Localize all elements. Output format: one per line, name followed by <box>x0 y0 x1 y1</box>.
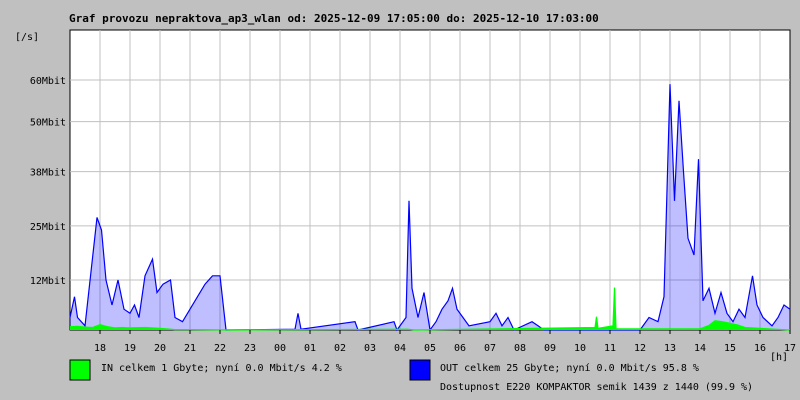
x-tick-label: 04 <box>394 343 406 354</box>
x-tick-label: 08 <box>514 343 526 354</box>
legend-out-swatch <box>409 359 431 381</box>
traffic-chart: Graf provozu nepraktova_ap3_wlan od: 202… <box>15 12 796 393</box>
x-tick-label: 03 <box>364 343 376 354</box>
x-tick-label: 05 <box>424 343 436 354</box>
x-tick-label: 11 <box>604 343 616 354</box>
x-tick-label: 16 <box>754 343 766 354</box>
y-tick-label: 60Mbit <box>30 76 66 87</box>
y-tick-label: 50Mbit <box>30 118 66 129</box>
x-axis-label: [h] <box>770 352 788 363</box>
x-tick-label: 13 <box>664 343 676 354</box>
x-tick-label: 21 <box>184 343 196 354</box>
x-tick-label: 23 <box>244 343 256 354</box>
x-tick-label: 09 <box>544 343 556 354</box>
legend-in-swatch <box>69 359 91 381</box>
x-tick-label: 18 <box>94 343 106 354</box>
x-tick-label: 19 <box>124 343 136 354</box>
x-tick-label: 22 <box>214 343 226 354</box>
x-tick-label: 07 <box>484 343 496 354</box>
x-tick-label: 00 <box>274 343 286 354</box>
legend: IN celkem 1 Gbyte; nyní 0.0 Mbit/s 4.2 %… <box>69 359 753 393</box>
x-tick-label: 01 <box>304 343 316 354</box>
y-tick-label: 25Mbit <box>30 222 66 233</box>
availability-text: Dostupnost E220 KOMPAKTOR semik 1439 z 1… <box>440 382 753 393</box>
legend-in-text: IN celkem 1 Gbyte; nyní 0.0 Mbit/s 4.2 % <box>101 362 342 374</box>
x-tick-label: 20 <box>154 343 166 354</box>
chart-title: Graf provozu nepraktova_ap3_wlan od: 202… <box>69 12 599 25</box>
y-tick-label: 38Mbit <box>30 168 66 179</box>
legend-out-text: OUT celkem 25 Gbyte; nyní 0.0 Mbit/s 95.… <box>440 362 699 374</box>
x-tick-label: 10 <box>574 343 586 354</box>
y-tick-label: 12Mbit <box>30 276 66 287</box>
y-axis-label: [/s] <box>15 32 39 43</box>
x-tick-label: 15 <box>724 343 736 354</box>
x-tick-label: 02 <box>334 343 346 354</box>
x-tick-label: 14 <box>694 343 706 354</box>
x-tick-label: 12 <box>634 343 646 354</box>
x-tick-label: 06 <box>454 343 466 354</box>
